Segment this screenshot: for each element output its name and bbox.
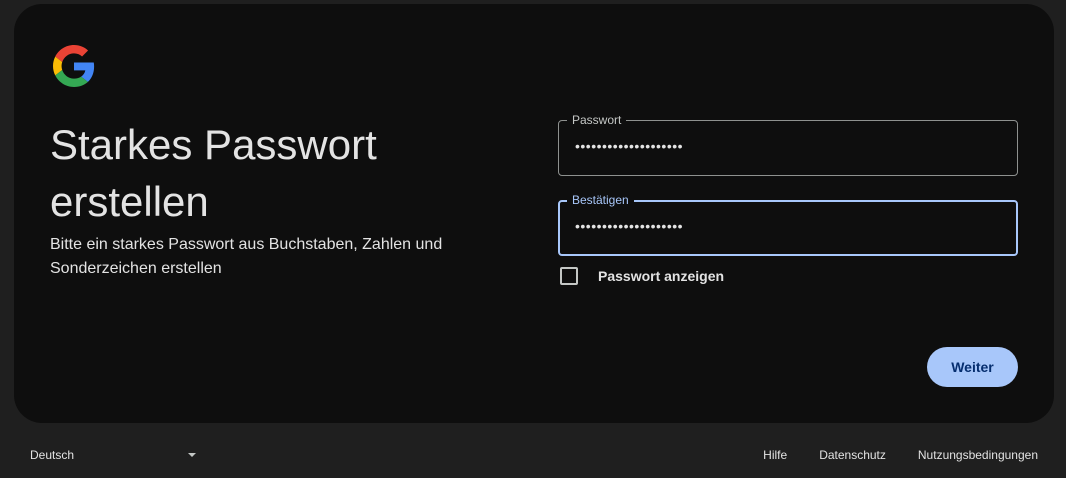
signup-card: Starkes Passwort erstellen Bitte ein sta… <box>14 4 1054 423</box>
footer-links: Hilfe Datenschutz Nutzungsbedingungen <box>731 448 1038 462</box>
confirm-password-field-value[interactable]: •••••••••••••••••••• <box>575 218 683 234</box>
password-field-label: Passwort <box>567 112 627 128</box>
page-title: Starkes Passwort erstellen <box>50 121 377 225</box>
footer-link-help[interactable]: Hilfe <box>763 448 787 462</box>
footer-link-terms[interactable]: Nutzungsbedingungen <box>918 448 1038 462</box>
show-password-checkbox[interactable] <box>560 267 578 285</box>
dropdown-arrow-icon[interactable] <box>188 453 196 457</box>
password-field[interactable]: Passwort •••••••••••••••••••• <box>558 112 1018 176</box>
show-password-label[interactable]: Passwort anzeigen <box>598 268 724 284</box>
confirm-password-field-label: Bestätigen <box>567 192 634 208</box>
confirm-password-field[interactable]: Bestätigen •••••••••••••••••••• <box>558 192 1018 256</box>
next-button[interactable]: Weiter <box>927 347 1018 387</box>
page-subtitle: Bitte ein starkes Passwort aus Buchstabe… <box>50 236 443 277</box>
footer-link-privacy[interactable]: Datenschutz <box>819 448 886 462</box>
footer: Deutsch Hilfe Datenschutz Nutzungsbeding… <box>0 432 1066 478</box>
password-field-value[interactable]: •••••••••••••••••••• <box>575 138 683 154</box>
google-logo-icon <box>53 45 95 87</box>
show-password-row[interactable]: Passwort anzeigen <box>560 266 724 286</box>
language-selector[interactable]: Deutsch <box>30 448 74 462</box>
